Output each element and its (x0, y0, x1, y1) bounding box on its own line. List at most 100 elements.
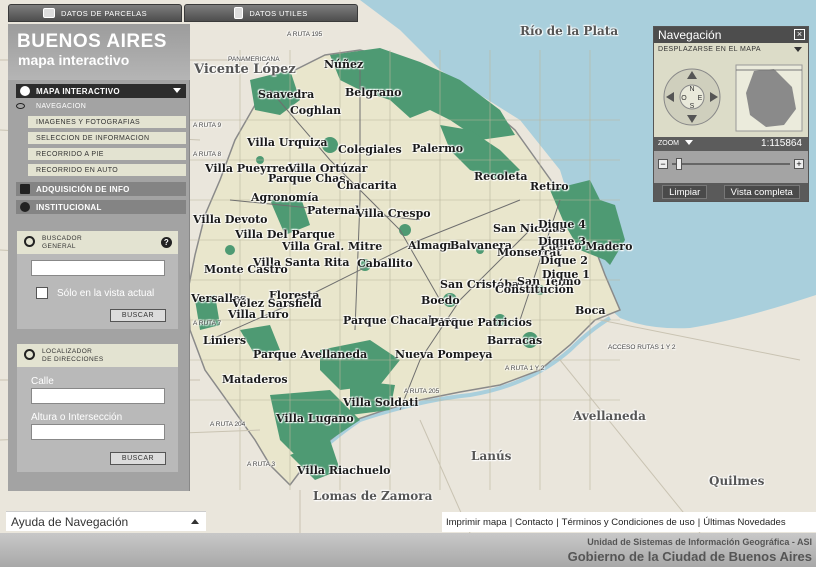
footer-government: Gobierno de la Ciudad de Buenos Aires (567, 549, 812, 564)
label-parque-patricios: Parque Patricios (430, 316, 532, 329)
street-input[interactable] (31, 388, 165, 404)
camera-icon (43, 8, 55, 18)
address-locator-box: LOCALIZADOR DE DIRECCIONES Calle Altura … (17, 344, 178, 472)
road-label-acceso-rutas: ACCESO RUTAS 1 Y 2 (608, 344, 676, 351)
label-recoleta: Recoleta (474, 170, 528, 183)
label-quilmes: Quilmes (709, 474, 765, 488)
globe-icon (20, 86, 30, 96)
menu-label: ADQUISICIÓN DE INFO (36, 184, 130, 194)
tab-datos-de-parcelas[interactable]: DATOS DE PARCELAS (8, 4, 182, 22)
label-boca: Boca (575, 304, 606, 317)
label-mataderos: Mataderos (222, 373, 288, 386)
info-icon (20, 202, 30, 212)
help-icon[interactable]: ? (161, 237, 172, 248)
brand-title: BUENOS AIRES (17, 31, 167, 52)
label-parque-chas: Parque Chas (268, 172, 346, 185)
left-panel: BUENOS AIRES mapa interactivo MAPA INTER… (8, 24, 190, 491)
label-lomas-de-zamora: Lomas de Zamora (313, 489, 433, 503)
scale-value: 1:115864 (761, 138, 802, 149)
compass-graphic: N S E O (663, 64, 803, 132)
label-dique-2: Dique 2 (540, 254, 588, 267)
label-chacarita: Chacarita (337, 179, 397, 192)
navigation-title-bar[interactable]: Navegación × (654, 27, 808, 43)
menu-label: INSTITUCIONAL (36, 202, 102, 212)
close-icon[interactable]: × (794, 29, 805, 40)
tab-label: DATOS UTILES (249, 8, 308, 18)
navigation-mode-select[interactable]: DESPLAZARSE EN EL MAPA (654, 43, 808, 57)
label-coghlan: Coghlan (290, 104, 342, 117)
document-icon (234, 7, 244, 19)
sidebar-item-recorrido-pie[interactable]: RECORRIDO A PIE (28, 148, 186, 161)
sidebar-item-label: RECORRIDO A PIE (36, 150, 104, 158)
current-view-checkbox[interactable] (36, 287, 48, 299)
sidebar-item-label: SELECCION DE INFORMACION (36, 134, 150, 142)
search-button[interactable]: BUSCAR (110, 309, 166, 322)
navigation-widget: Navegación × DESPLAZARSE EN EL MAPA N S … (653, 26, 809, 202)
compass-o: O (681, 95, 687, 102)
search-title-line2: GENERAL (42, 243, 76, 250)
tab-datos-utiles[interactable]: DATOS UTILES (184, 4, 358, 22)
link-print-map[interactable]: Imprimir mapa (446, 517, 507, 528)
clear-button[interactable]: Limpiar (662, 185, 708, 199)
label-nueva-pompeya: Nueva Pompeya (395, 348, 493, 361)
road-label-ruta-205: A RUTA 205 (404, 388, 440, 395)
chevron-down-icon (173, 88, 181, 93)
zoom-track[interactable] (672, 163, 790, 165)
label-villa-crespo: Villa Crespo (356, 207, 431, 220)
sidebar-item-seleccion[interactable]: SELECCION DE INFORMACION (28, 132, 186, 145)
link-news[interactable]: Últimas Novedades (703, 517, 785, 528)
label-colegiales: Colegiales (338, 143, 402, 156)
compass-s: S (690, 103, 695, 110)
height-input[interactable] (31, 424, 165, 440)
navigation-title: Navegación (658, 28, 722, 42)
menu-institucional[interactable]: INSTITUCIONAL (16, 200, 186, 214)
footer-links: Imprimir mapa | Contacto | Términos y Co… (442, 512, 816, 532)
label-paternal: Paternal (307, 204, 360, 217)
zoom-handle[interactable] (676, 158, 682, 170)
label-lanus: Lanús (471, 449, 512, 463)
brand-header: BUENOS AIRES mapa interactivo (8, 24, 190, 80)
road-label-ruta-3: A RUTA 3 (247, 461, 276, 468)
chevron-down-icon (684, 140, 693, 145)
locate-button[interactable]: BUSCAR (110, 452, 166, 465)
menu-label: MAPA INTERACTIVO (36, 86, 120, 96)
label-villa-luro: Villa Luro (228, 308, 289, 321)
menu-adquisicion[interactable]: ADQUISICIÓN DE INFO (16, 182, 186, 196)
street-label: Calle (31, 376, 54, 387)
search-input[interactable] (31, 260, 165, 276)
chevron-down-icon (794, 47, 802, 52)
link-terms[interactable]: Términos y Condiciones de uso (562, 517, 695, 528)
full-view-button[interactable]: Vista completa (723, 185, 800, 199)
label-nunez: Núñez (324, 58, 364, 71)
zoom-slider[interactable]: − + (658, 158, 804, 170)
navigation-help-label: Ayuda de Navegación (11, 515, 129, 529)
sidebar-item-label: IMAGENES Y FOTOGRAFIAS (36, 118, 141, 126)
label-parque-avellaneda: Parque Avellaneda (253, 348, 368, 361)
zoom-in-icon[interactable]: + (794, 159, 804, 169)
sidebar-item-imagenes[interactable]: IMAGENES Y FOTOGRAFIAS (28, 116, 186, 129)
chevron-up-icon (191, 519, 199, 524)
search-box-header: BUSCADOR GENERAL ? (17, 231, 178, 254)
locator-title-line2: DE DIRECCIONES (42, 356, 104, 363)
road-label-ruta-8: A RUTA 8 (193, 151, 222, 158)
search-icon (24, 236, 35, 247)
label-boedo: Boedo (421, 294, 460, 307)
footer: Unidad de Sistemas de Información Geográ… (0, 533, 816, 567)
label-villa-riachuelo: Villa Riachuelo (297, 464, 391, 477)
zoom-out-icon[interactable]: − (658, 159, 668, 169)
road-label-ruta-7: A RUTA 7 (193, 320, 222, 327)
footer-unit: Unidad de Sistemas de Información Geográ… (587, 537, 812, 547)
menu-mapa-interactivo[interactable]: MAPA INTERACTIVO (16, 84, 186, 98)
compass-n: N (689, 86, 694, 93)
label-retiro: Retiro (530, 180, 569, 193)
label-villa-urquiza: Villa Urquiza (247, 136, 328, 149)
label-belgrano: Belgrano (345, 86, 402, 99)
label-avellaneda: Avellaneda (573, 409, 646, 423)
navigation-help-bar[interactable]: Ayuda de Navegación (6, 511, 206, 531)
link-separator: | (556, 516, 559, 528)
link-contact[interactable]: Contacto (515, 517, 553, 528)
sidebar-item-navegacion[interactable]: NAVEGACION (16, 100, 186, 113)
sidebar-item-recorrido-auto[interactable]: RECORRIDO EN AUTO (28, 164, 186, 177)
brand-subtitle: mapa interactivo (18, 52, 130, 68)
label-constitucion: Constitución (495, 283, 574, 296)
